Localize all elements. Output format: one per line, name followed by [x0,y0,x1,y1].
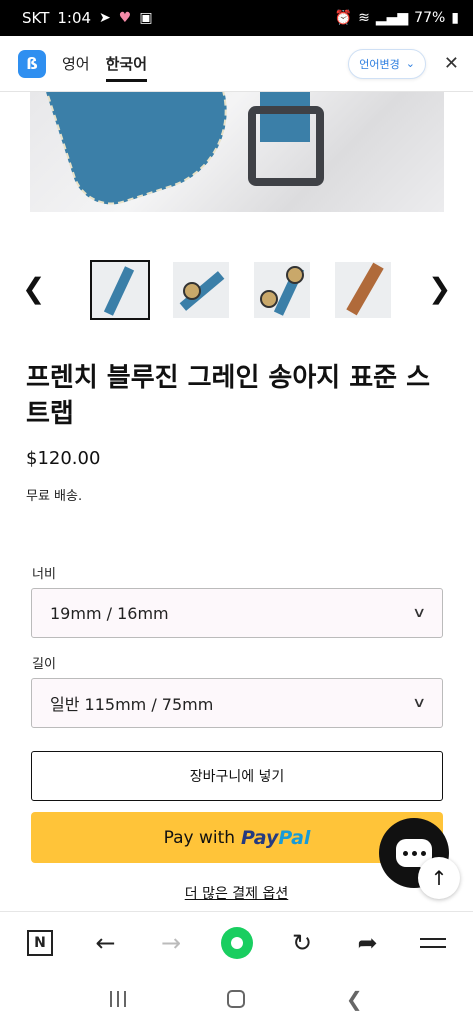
clock: 1:04 [57,9,92,27]
chevron-right-icon[interactable]: ❯ [428,272,451,305]
chevron-down-icon: ∨ [411,605,427,621]
system-back-icon[interactable]: ❮ [346,987,363,1011]
length-select[interactable]: 일반 115mm / 75mm ∨ [31,678,443,728]
battery-level: 77% [414,10,446,26]
refresh-icon[interactable]: ↻ [286,927,318,959]
lang-tab-english[interactable]: 영어 [62,36,90,92]
telegram-icon: ➤ [99,10,111,26]
wifi-icon: ≋ [358,10,370,26]
translator-logo-icon: ß [18,49,46,78]
change-language-label: 언어변경 [359,57,400,71]
width-select-value: 19mm / 16mm [50,603,169,623]
chevron-down-icon: ∨ [411,695,427,711]
naver-home-button[interactable]: N [24,927,56,959]
width-label: 너비 [32,567,56,582]
signal-icon: ▂▄▆ [375,10,409,26]
menu-icon[interactable] [417,927,449,959]
carrier-label: SKT [22,9,50,27]
recent-apps-icon[interactable] [110,990,127,1007]
buckle-illustration [248,106,324,186]
chevron-left-icon[interactable]: ❮ [22,272,45,305]
status-bar: SKT 1:04 ➤ ♥ ▣ ⏰ ≋ ▂▄▆ 77% ▮ [0,0,473,36]
gallery-thumbnail[interactable] [335,262,391,318]
chevron-down-icon: ⌄ [405,57,415,70]
home-icon[interactable] [227,989,246,1008]
share-icon[interactable]: ➦ [352,927,384,959]
system-navigation-bar: ❮ [0,973,473,1024]
paypal-logo: PayPal [241,826,311,849]
gallery-thumbnail[interactable] [254,262,310,318]
lang-tab-korean[interactable]: 한국어 [105,36,148,92]
product-main-image[interactable] [30,92,444,212]
paypal-prefix: Pay with [163,827,236,848]
product-title: 프렌치 블루진 그레인 송아지 표준 스트랩 [26,363,431,429]
gallery-icon: ▣ [139,10,153,26]
green-dot-icon [220,926,253,959]
length-select-value: 일반 115mm / 75mm [50,695,214,714]
alarm-icon: ⏰ [334,10,353,26]
browser-toolbar: N ← → ↻ ➦ [0,911,473,973]
translate-bar: ß 영어 한국어 언어변경 ⌄ ✕ [0,36,473,92]
battery-icon: ▮ [451,10,459,26]
scroll-to-top-button[interactable]: ↑ [418,857,460,899]
width-select[interactable]: 19mm / 16mm ∨ [31,588,443,638]
close-icon[interactable]: ✕ [444,53,459,74]
heart-icon: ♥ [118,10,132,26]
naver-n-icon: N [27,929,53,956]
add-to-cart-button[interactable]: 장바구니에 넣기 [31,751,443,801]
change-language-button[interactable]: 언어변경 ⌄ [348,48,426,79]
strap-illustration [42,92,248,212]
back-arrow-icon[interactable]: ← [90,927,122,959]
gallery-thumbnail[interactable] [173,262,229,318]
green-dot-button[interactable] [220,926,253,959]
length-label: 길이 [32,657,56,672]
arrow-up-icon: ↑ [430,866,448,890]
forward-arrow-icon[interactable]: → [155,927,187,959]
shipping-note: 무료 배송. [26,489,83,504]
image-gallery: ❮ ❯ [0,258,473,322]
product-price: $120.00 [26,448,101,469]
gallery-thumbnail[interactable] [90,260,150,320]
